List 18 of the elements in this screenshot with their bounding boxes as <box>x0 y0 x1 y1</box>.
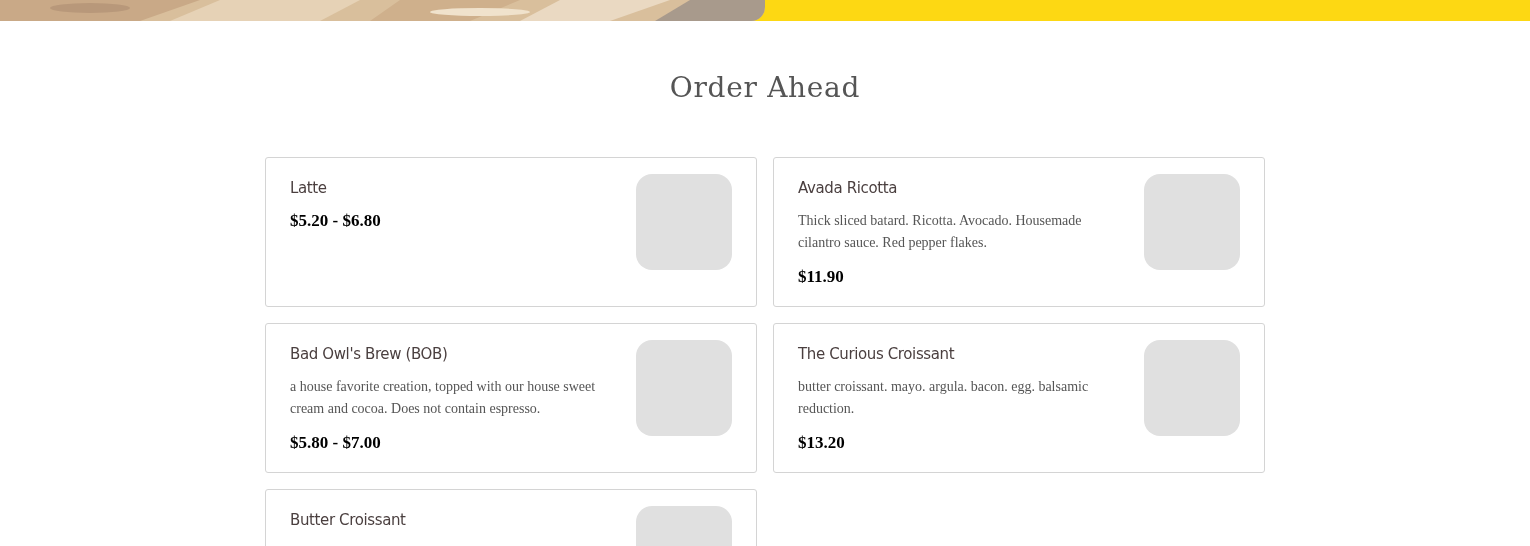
item-name: Latte <box>290 178 328 198</box>
item-description: a house favorite creation, topped with our house sweet cream and cocoa. Does not contain espresso. <box>290 378 597 418</box>
item-name: Butter Croissant <box>290 510 407 530</box>
menu-item-card[interactable]: Bad Owl's Brew (BOB) a house favorite creation, topped with our house sweet cream and cocoa. Does not contain espresso. $5.80 - $7.00 <box>265 323 757 473</box>
item-price: $13.20 <box>798 432 846 454</box>
item-description: butter croissant. mayo. argula. bacon. egg. balsamic reduction. <box>798 378 1090 418</box>
item-description: Thick sliced batard. Ricotta. Avocado. Housemade cilantro sauce. Red pepper flakes. <box>798 212 1083 252</box>
menu-item-card[interactable]: The Curious Croissant butter croissant. mayo. argula. bacon. egg. balsamic reduction. $13.20 <box>773 323 1265 473</box>
page-heading: Order Ahead <box>669 71 861 105</box>
item-name: Avada Ricotta <box>798 178 899 198</box>
menu-item-card[interactable]: Avada Ricotta Thick sliced batard. Ricotta. Avocado. Housemade cilantro sauce. Red pepper flakes. $11.90 <box>773 157 1265 307</box>
item-name: The Curious Croissant <box>798 344 956 364</box>
item-name: Bad Owl's Brew (BOB) <box>290 344 449 364</box>
item-price: $5.80 - $7.00 <box>290 432 382 454</box>
item-price: $11.90 <box>798 266 845 288</box>
menu-item-card[interactable]: Latte $5.20 - $6.80 <box>265 157 757 307</box>
item-price: $5.20 - $6.80 <box>290 210 382 232</box>
menu-item-card[interactable]: Butter Croissant <box>265 489 757 546</box>
